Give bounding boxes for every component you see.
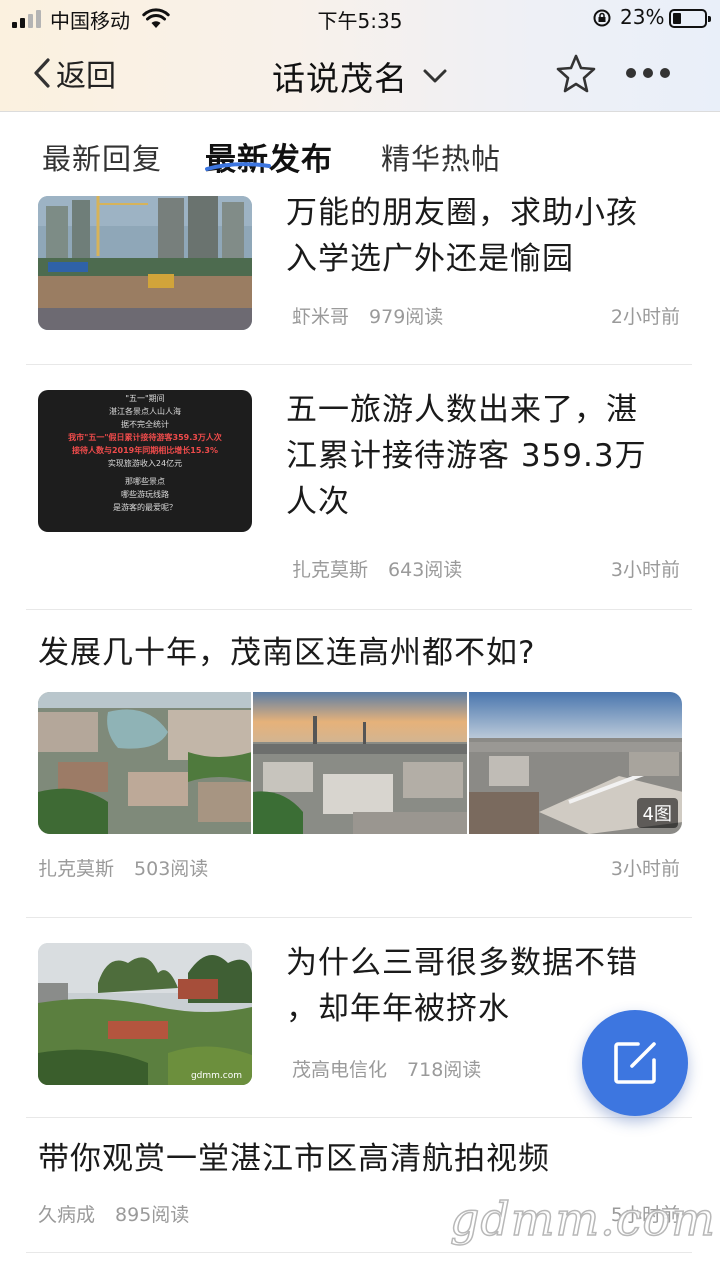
more-options-button[interactable] [626, 60, 670, 86]
post-views: 979阅读 [369, 306, 444, 328]
back-label: 返回 [56, 59, 116, 94]
post-thumbnail: "五一"期间 湛江各景点人山人海 据不完全统计 我市"五一"假日累计接待游客35… [38, 390, 252, 532]
post-feed[interactable]: 万能的朋友圈，求助小孩 入学选广外还是愉园 虾米哥 979阅读 2小时前 "五一"… [0, 192, 720, 1280]
post-meta: 扎克莫斯 643阅读 [292, 555, 462, 582]
post-views: 895阅读 [115, 1204, 190, 1226]
post-author: 虾米哥 [292, 306, 350, 328]
post-views: 643阅读 [388, 559, 463, 581]
compose-post-button[interactable] [582, 1010, 688, 1116]
post-time: 3小时前 [610, 559, 680, 581]
post-thumbnail: gdmm.com [38, 943, 252, 1085]
tab-latest-reply[interactable]: 最新回复 [42, 136, 162, 178]
chevron-left-icon [34, 58, 50, 88]
thumbnail-watermark: gdmm.com [190, 1071, 242, 1081]
post-author: 茂高电信化 [292, 1059, 388, 1081]
battery-percent: 23% [620, 5, 665, 29]
back-button[interactable]: 返回 [30, 50, 116, 96]
nav-bar: 返回 话说茂名 [0, 36, 720, 112]
post-meta: 久病成 895阅读 [38, 1200, 189, 1227]
tab-featured[interactable]: 精华热帖 [381, 136, 501, 178]
site-watermark: gdmm.com [449, 1191, 716, 1247]
post-author: 久病成 [38, 1204, 96, 1226]
post-item[interactable]: 发展几十年，茂南区连高州都不如? 4图 扎克莫斯 503阅读 3小时前 [26, 610, 692, 918]
post-author: 扎克莫斯 [38, 858, 115, 880]
post-time: 2小时前 [610, 306, 680, 328]
forum-title-dropdown[interactable]: 话说茂名 [272, 52, 448, 100]
edit-icon [614, 1042, 656, 1084]
post-title: 发展几十年，茂南区连高州都不如? [38, 635, 536, 671]
post-views: 718阅读 [407, 1059, 482, 1081]
post-meta: 扎克莫斯 503阅读 [38, 854, 208, 881]
post-photo [253, 692, 467, 834]
post-thumbnail [38, 196, 252, 330]
post-meta: 虾米哥 979阅读 [292, 302, 443, 329]
post-meta: 茂高电信化 718阅读 [292, 1055, 481, 1082]
image-count-badge: 4图 [636, 798, 678, 828]
post-title: 万能的朋友圈，求助小孩 入学选广外还是愉园 [286, 195, 638, 277]
post-item[interactable]: "五一"期间 湛江各景点人山人海 据不完全统计 我市"五一"假日累计接待游客35… [26, 365, 692, 610]
favorite-star-icon[interactable] [554, 52, 598, 96]
top-chrome: 中国移动 下午5:35 23% 返回 话说茂名 [0, 0, 720, 112]
tab-latest-post[interactable]: 最新发布 [205, 134, 333, 179]
page-title: 话说茂名 [272, 59, 408, 98]
post-photo: 4图 [468, 692, 682, 834]
post-author: 扎克莫斯 [292, 559, 369, 581]
chevron-down-icon [423, 69, 447, 83]
post-title: 带你观赏一堂湛江市区高清航拍视频 [38, 1141, 550, 1177]
status-bar: 中国移动 下午5:35 23% [0, 0, 720, 36]
active-tab-indicator [205, 162, 271, 171]
post-item[interactable]: 万能的朋友圈，求助小孩 入学选广外还是愉园 虾米哥 979阅读 2小时前 [26, 192, 692, 365]
tab-bar: 最新回复 最新发布 精华热帖 [0, 112, 720, 192]
status-time: 下午5:35 [317, 9, 403, 33]
post-photo-strip: 4图 [38, 692, 682, 834]
post-photo [38, 692, 252, 834]
post-title: 五一旅游人数出来了，湛 江累计接待游客 359.3万 人次 [286, 392, 647, 520]
post-views: 503阅读 [134, 858, 209, 880]
post-title: 为什么三哥很多数据不错 ，却年年被挤水 [286, 945, 638, 1027]
battery-icon [669, 9, 711, 28]
post-time: 3小时前 [610, 858, 680, 880]
rotation-lock-icon [593, 9, 611, 27]
